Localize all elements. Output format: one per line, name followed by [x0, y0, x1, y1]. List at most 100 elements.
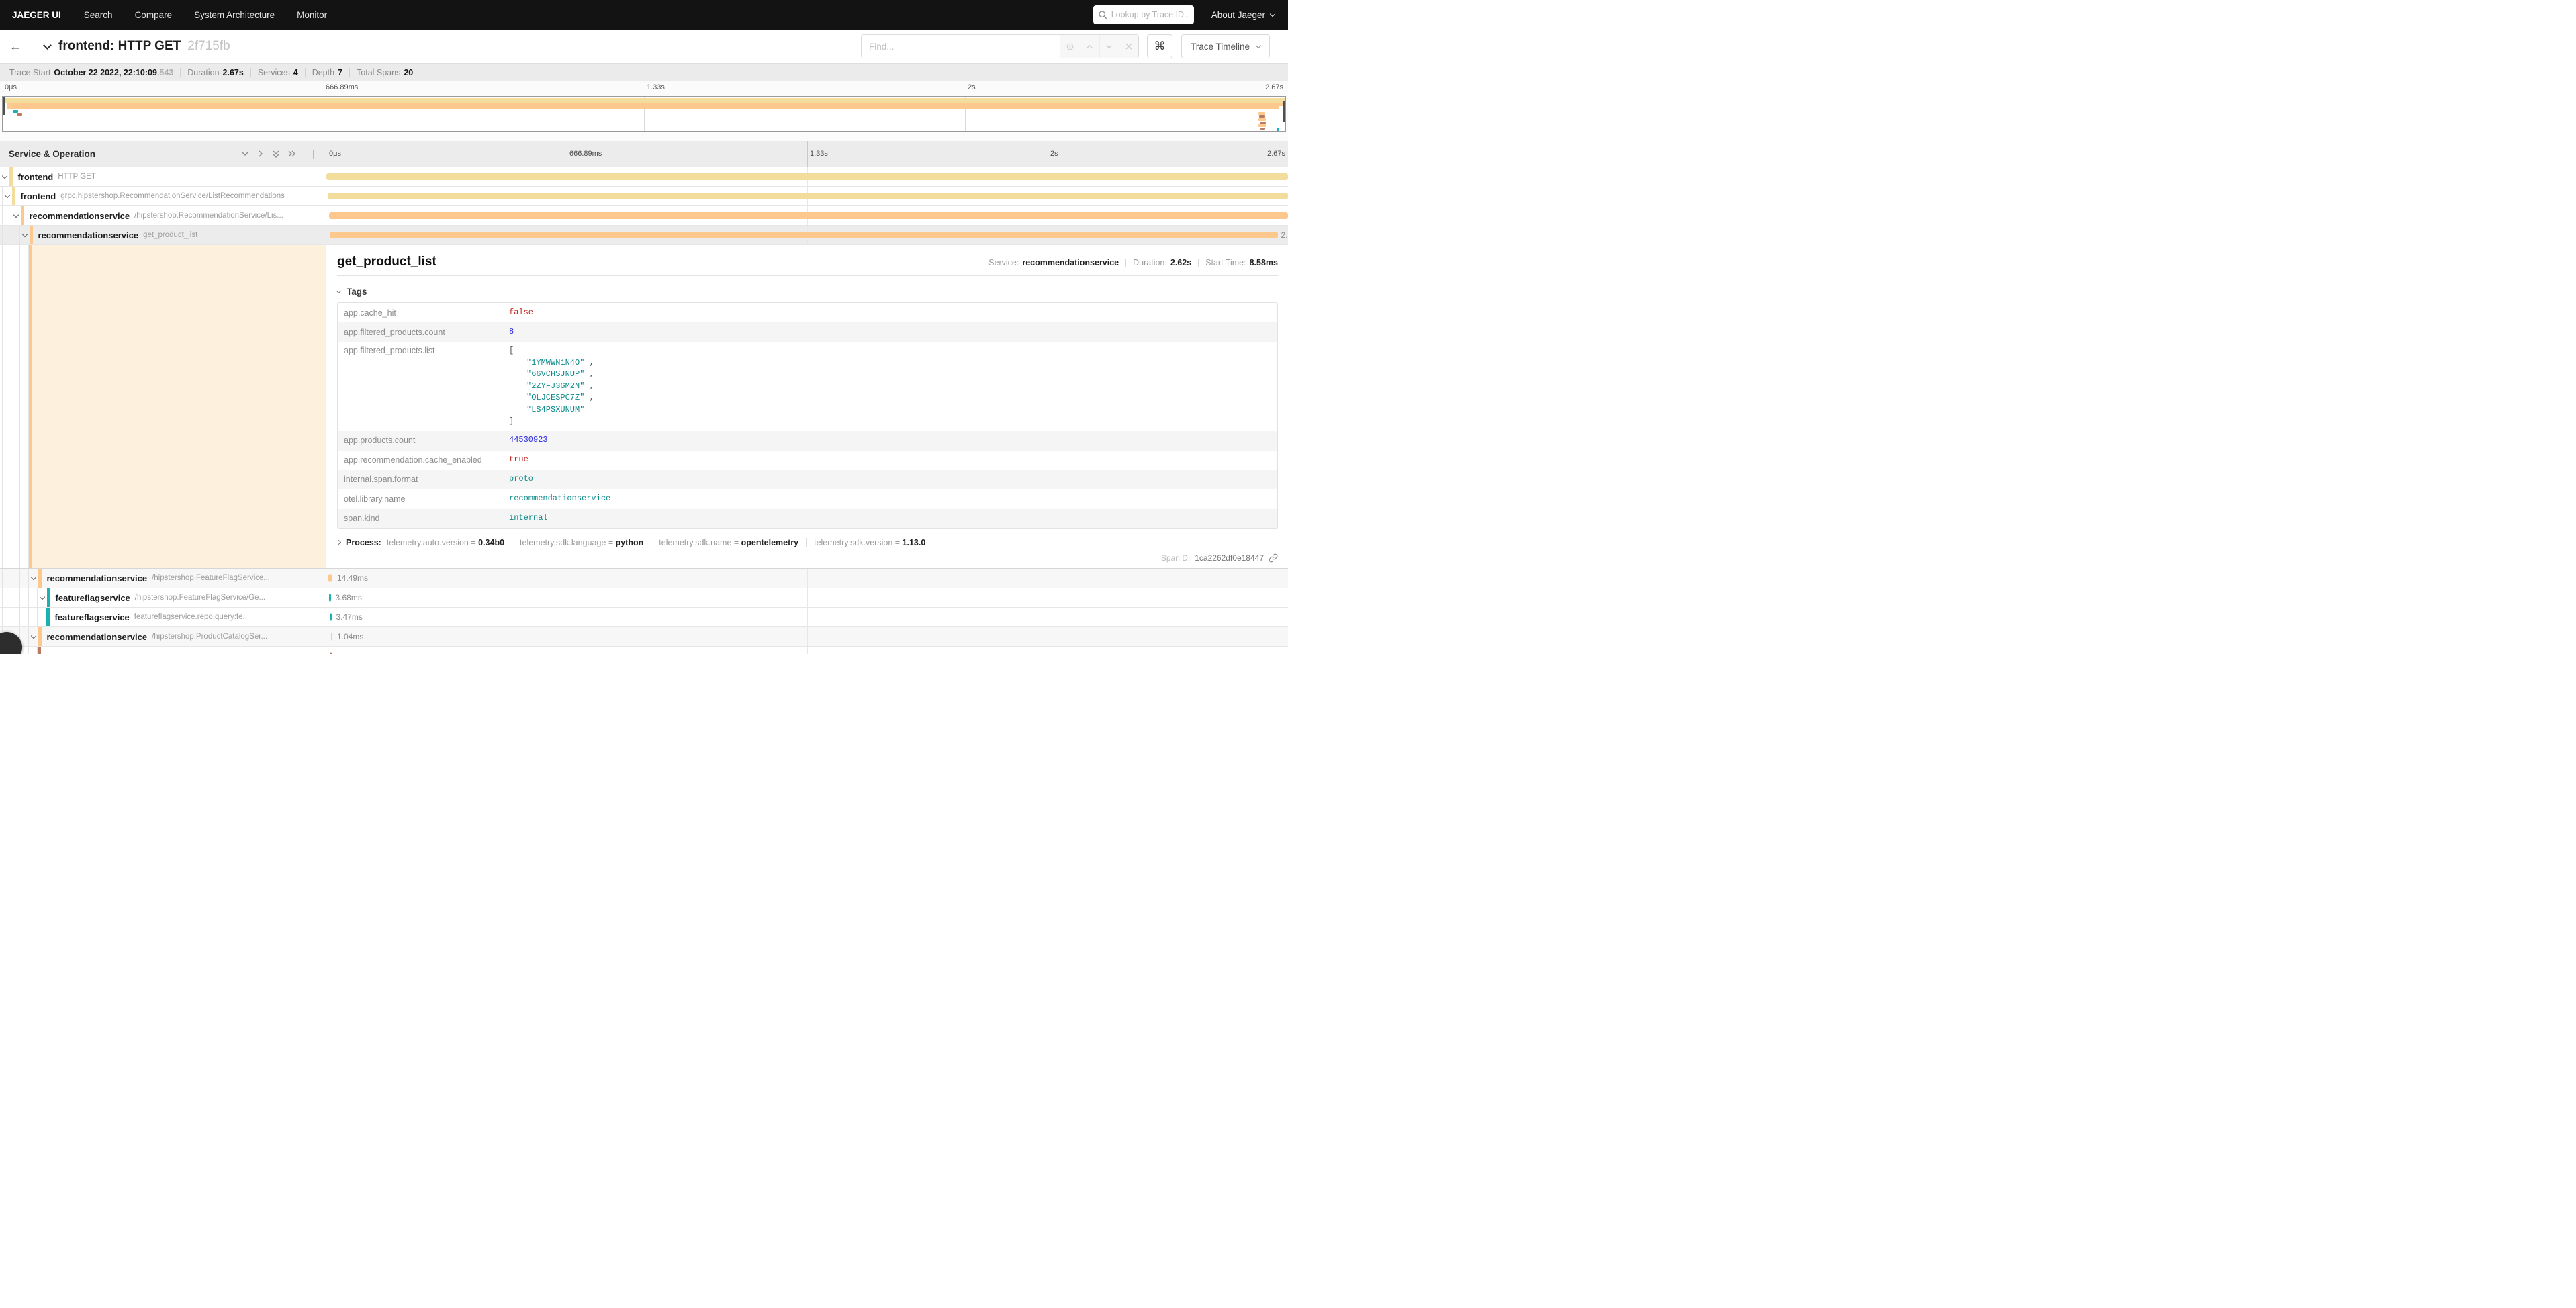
- span-row-timeline-cell[interactable]: 3.68ms: [326, 588, 1288, 608]
- span-row-name-cell[interactable]: recommendationservice/hipstershop.Produc…: [0, 627, 326, 647]
- tree-guide-line: [29, 647, 38, 654]
- span-bar[interactable]: [329, 594, 331, 602]
- process-value: opentelemetry: [741, 538, 798, 547]
- span-row-name-cell[interactable]: recommendationserviceget_product_list: [0, 226, 326, 245]
- chevron-down-icon: [2, 173, 7, 178]
- span-collapse-chevron[interactable]: [3, 195, 12, 197]
- tag-row[interactable]: app.filtered_products.list["1YMWWN1N4O" …: [338, 342, 1277, 431]
- trace-view-dropdown[interactable]: Trace Timeline: [1181, 34, 1270, 58]
- span-color-bar: [21, 206, 24, 225]
- meta-value: 2.62s: [1170, 258, 1191, 267]
- minimap-left-handle[interactable]: [3, 97, 5, 115]
- about-jaeger-menu[interactable]: About Jaeger: [1211, 10, 1275, 20]
- tags-section-toggle[interactable]: Tags: [337, 287, 1278, 297]
- process-row[interactable]: Process: telemetry.auto.version = 0.34b0…: [337, 538, 1278, 547]
- span-collapse-chevron[interactable]: [29, 636, 38, 638]
- span-row-name-cell[interactable]: frontendgrpc.hipstershop.RecommendationS…: [0, 187, 326, 206]
- span-bar[interactable]: [328, 193, 1288, 199]
- span-collapse-chevron[interactable]: [38, 597, 47, 599]
- collapse-one-icon[interactable]: [241, 150, 249, 158]
- back-button[interactable]: ←: [9, 40, 27, 54]
- timeline-gridline: [807, 608, 808, 626]
- trace-lookup-input[interactable]: [1111, 10, 1189, 19]
- span-row[interactable]: recommendationservice/hipstershop.Recomm…: [0, 206, 1288, 226]
- span-bar[interactable]: [326, 173, 1288, 180]
- span-row-name-cell[interactable]: frontendHTTP GET: [0, 167, 326, 187]
- tree-guide-line: [3, 569, 11, 588]
- span-row-name-cell[interactable]: recommendationservice/hipstershop.Featur…: [0, 569, 326, 588]
- nav-item-monitor[interactable]: Monitor: [291, 10, 332, 20]
- nav-item-compare[interactable]: Compare: [130, 10, 178, 20]
- span-row-timeline-cell[interactable]: [326, 206, 1288, 226]
- span-row-timeline-cell[interactable]: 3.47ms: [326, 608, 1288, 627]
- array-item-comma: ,: [584, 393, 594, 402]
- span-row-timeline-cell[interactable]: [326, 167, 1288, 187]
- collapse-all-icon[interactable]: [272, 150, 280, 158]
- nav-item-search[interactable]: Search: [79, 10, 118, 20]
- span-row[interactable]: featureflagservice/hipstershop.FeatureFl…: [0, 588, 1288, 608]
- span-row-timeline-cell[interactable]: [326, 647, 1288, 654]
- span-color-bar: [47, 588, 50, 607]
- span-bar[interactable]: [329, 212, 1288, 219]
- span-row[interactable]: recommendationservice/hipstershop.Featur…: [0, 569, 1288, 588]
- prev-match-button[interactable]: [1080, 35, 1099, 58]
- tag-row[interactable]: app.filtered_products.count8: [338, 322, 1277, 342]
- span-row-timeline-cell[interactable]: 14.49ms: [326, 569, 1288, 588]
- tree-guide-line: [11, 245, 20, 568]
- jaeger-logo[interactable]: JAEGER UI: [6, 10, 67, 20]
- meta-label: Start Time:: [1205, 258, 1246, 267]
- span-row-name-cell[interactable]: recommendationservice/hipstershop.Recomm…: [0, 206, 326, 226]
- minimap-canvas[interactable]: [2, 96, 1286, 132]
- minimap-span-mark: [1259, 115, 1266, 118]
- tag-row[interactable]: internal.span.formatproto: [338, 470, 1277, 489]
- span-row[interactable]: frontendgrpc.hipstershop.RecommendationS…: [0, 187, 1288, 206]
- span-row-name-cell[interactable]: featureflagservicefeatureflagservice.rep…: [0, 608, 326, 627]
- span-row-timeline-cell[interactable]: 2.62s: [326, 226, 1288, 245]
- tag-row[interactable]: app.cache_hitfalse: [338, 303, 1277, 322]
- next-match-button[interactable]: [1099, 35, 1119, 58]
- collapse-trace-header-chevron[interactable]: [43, 41, 52, 50]
- span-bar[interactable]: [330, 614, 332, 621]
- keyboard-shortcuts-button[interactable]: ⌘: [1147, 34, 1172, 58]
- span-row-name-cell[interactable]: featureflagservice/hipstershop.FeatureFl…: [0, 588, 326, 608]
- find-input[interactable]: [862, 35, 1060, 58]
- column-resize-grip[interactable]: [313, 150, 316, 159]
- tag-value: false: [509, 303, 539, 322]
- span-row[interactable]: recommendationservice/hipstershop.Produc…: [0, 627, 1288, 647]
- clear-find-button[interactable]: [1119, 35, 1138, 58]
- span-collapse-chevron[interactable]: [29, 577, 38, 579]
- focus-match-button[interactable]: [1060, 35, 1080, 58]
- duration-value: 2.67s: [223, 68, 244, 77]
- process-key: telemetry.auto.version =: [387, 538, 478, 547]
- span-service-name: recommendationservice: [47, 573, 148, 583]
- span-bar[interactable]: [330, 232, 1278, 238]
- span-row-timeline-cell[interactable]: [326, 187, 1288, 206]
- span-collapse-chevron[interactable]: [0, 176, 9, 178]
- tag-value: recommendationservice: [509, 489, 616, 508]
- span-row[interactable]: frontendHTTP GET: [0, 167, 1288, 187]
- expand-one-icon[interactable]: [257, 150, 265, 158]
- span-row[interactable]: featureflagservicefeatureflagservice.rep…: [0, 608, 1288, 627]
- deep-link-icon[interactable]: [1269, 553, 1278, 563]
- span-service-name: recommendationservice: [30, 211, 130, 221]
- minimap-right-handle[interactable]: [1283, 101, 1285, 122]
- trace-lookup-box[interactable]: [1093, 5, 1194, 24]
- span-bar[interactable]: [331, 633, 332, 641]
- nav-item-system-architecture[interactable]: System Architecture: [189, 10, 280, 20]
- span-collapse-chevron[interactable]: [20, 234, 30, 236]
- tag-key: app.filtered_products.count: [338, 328, 509, 337]
- span-collapse-chevron[interactable]: [11, 215, 21, 217]
- tag-row[interactable]: app.recommendation.cache_enabledtrue: [338, 451, 1277, 470]
- span-bar[interactable]: [328, 575, 332, 582]
- span-row[interactable]: recommendationserviceget_product_list2.6…: [0, 226, 1288, 245]
- trace-start-fraction: .543: [157, 68, 173, 77]
- tag-row[interactable]: span.kindinternal: [338, 509, 1277, 528]
- span-row[interactable]: [0, 647, 1288, 654]
- minimap-span-mark: [1277, 128, 1280, 131]
- expand-all-icon[interactable]: [287, 150, 296, 158]
- tag-row[interactable]: otel.library.namerecommendationservice: [338, 489, 1277, 509]
- span-bar[interactable]: [330, 653, 332, 655]
- span-row-name-cell[interactable]: [0, 647, 326, 654]
- tag-row[interactable]: app.products.count44530923: [338, 431, 1277, 451]
- span-row-timeline-cell[interactable]: 1.04ms: [326, 627, 1288, 647]
